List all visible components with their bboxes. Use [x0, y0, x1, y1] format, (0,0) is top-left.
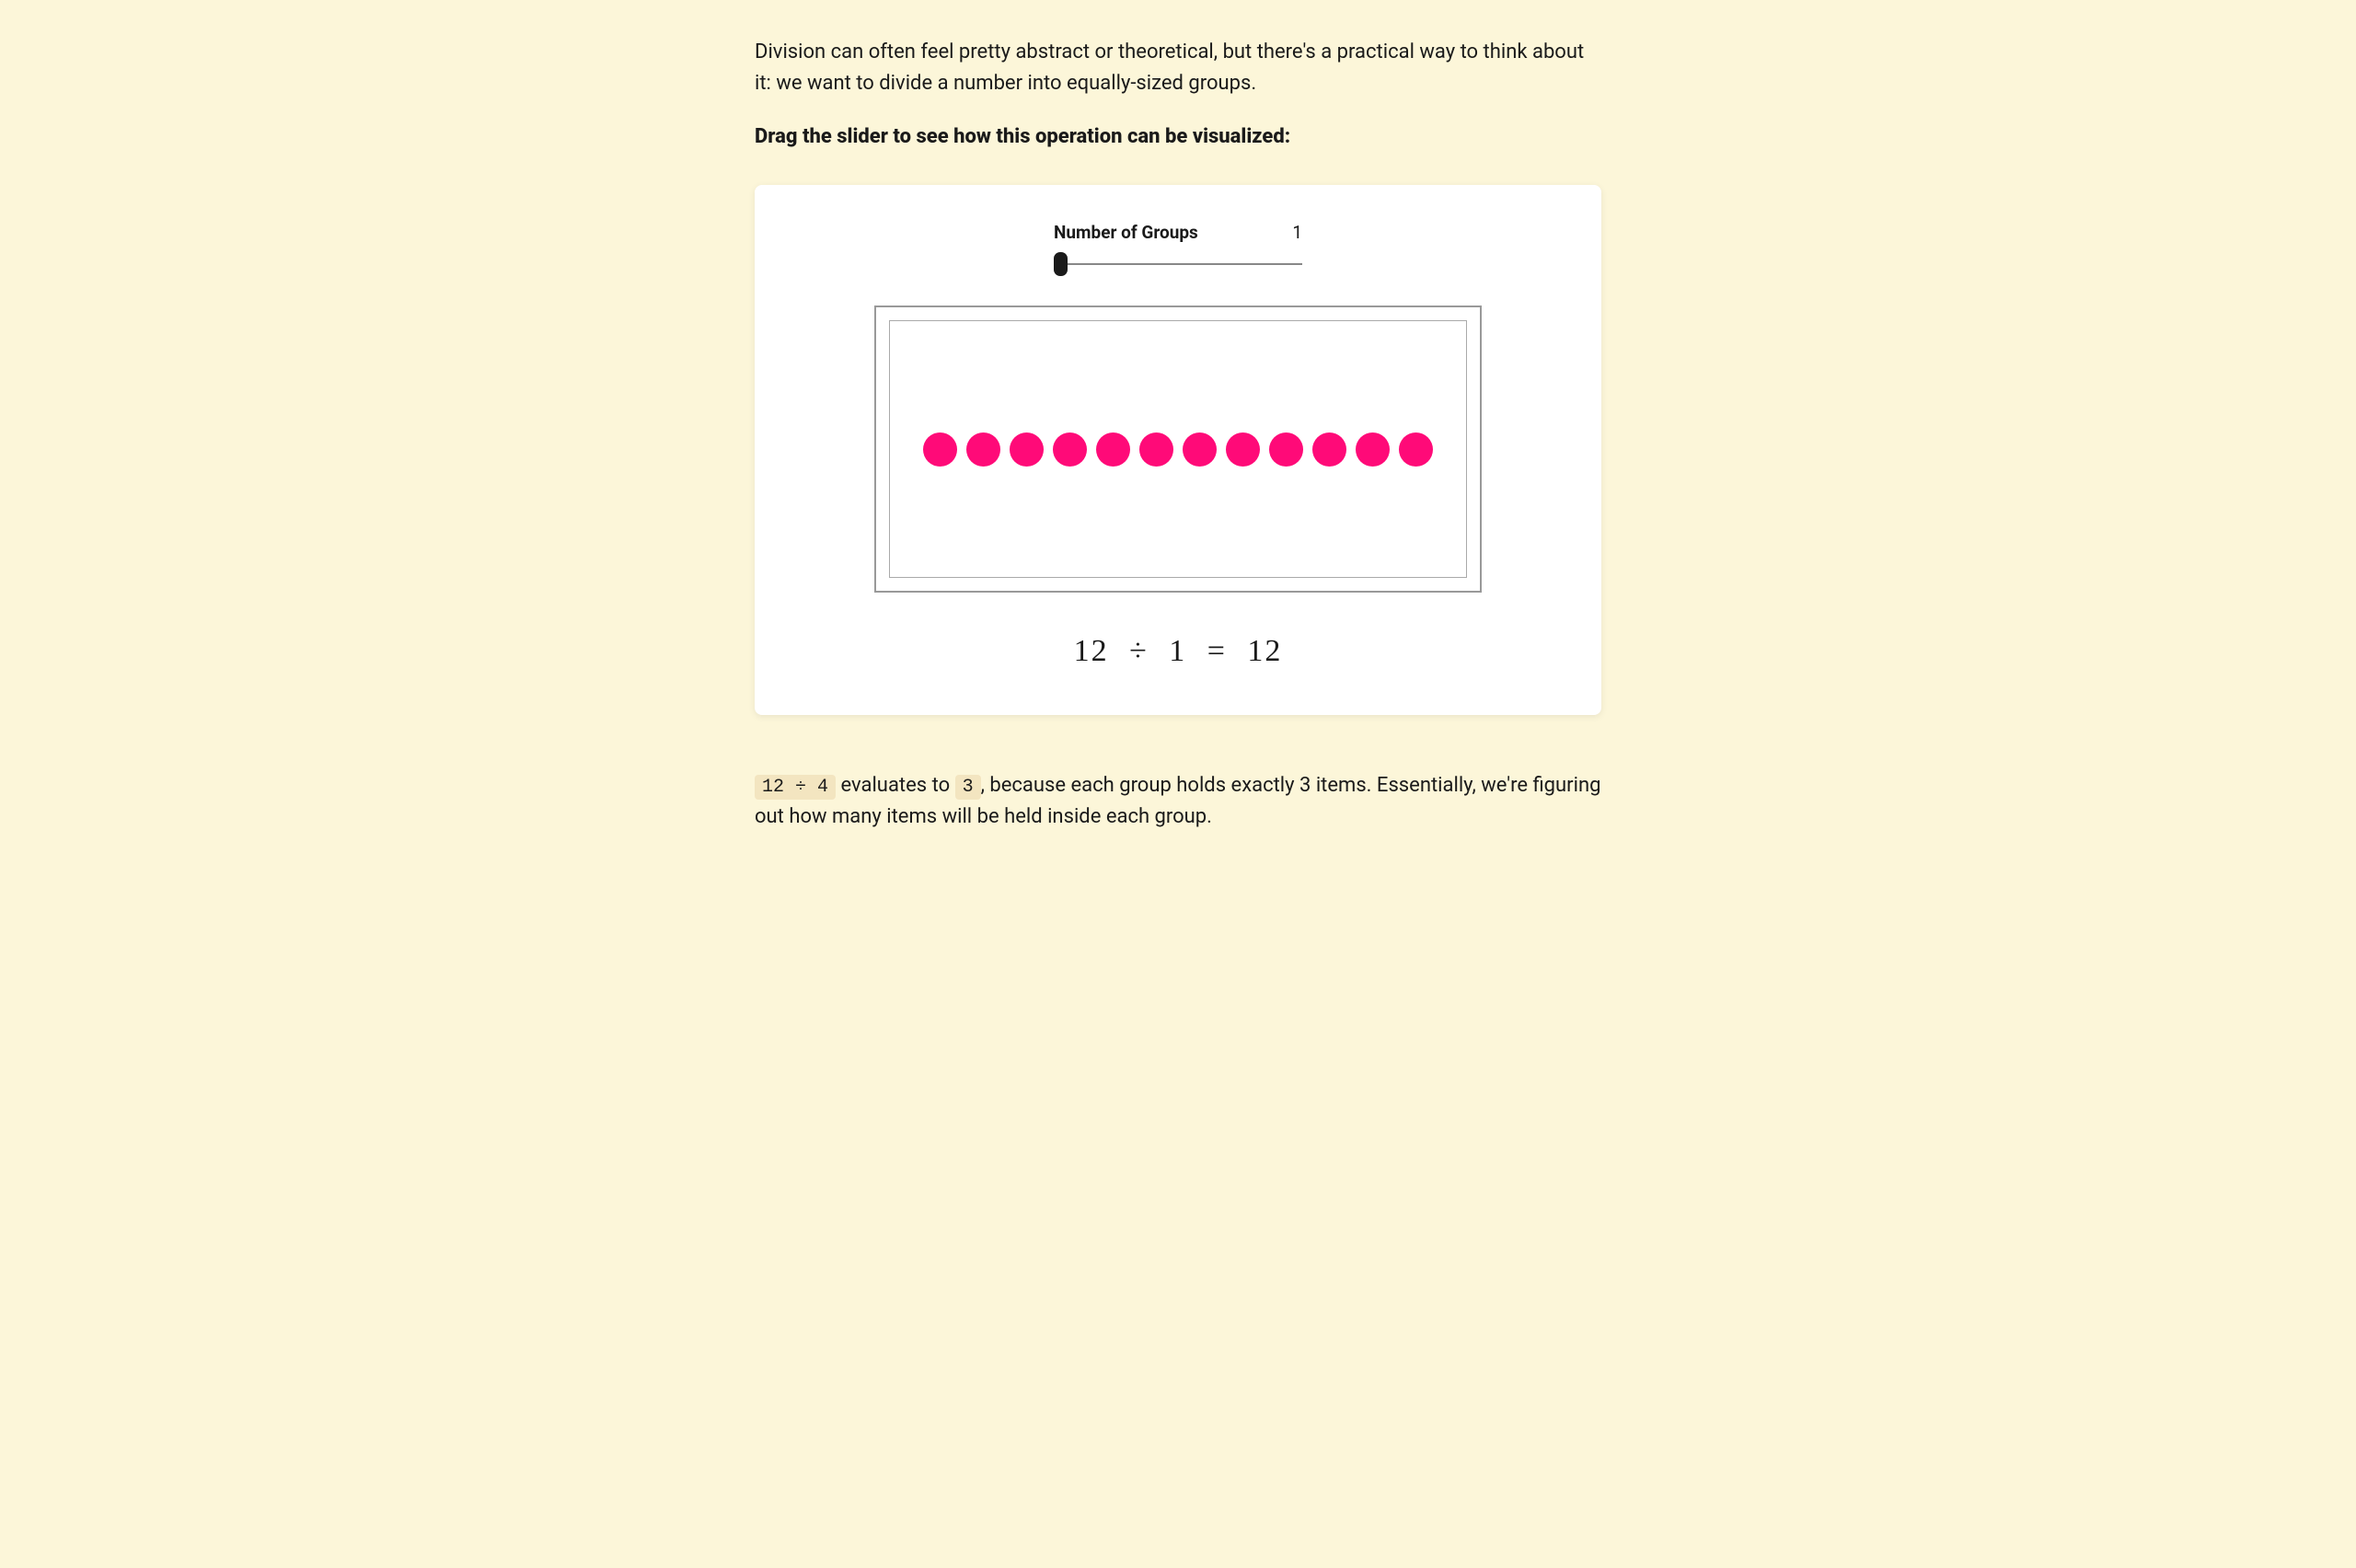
visualization-dot — [1399, 432, 1433, 467]
code-result: 3 — [955, 775, 981, 800]
slider-rail — [1054, 263, 1302, 265]
instruction-text: Drag the slider to see how this operatio… — [755, 125, 1601, 148]
equation-equals-sign: = — [1207, 634, 1227, 668]
equation-quotient: 12 — [1247, 634, 1282, 668]
visualization-dot — [1269, 432, 1303, 467]
slider-label: Number of Groups — [1054, 222, 1198, 243]
code-expression: 12 ÷ 4 — [755, 775, 836, 800]
visualization-dot — [1139, 432, 1173, 467]
slider-thumb[interactable] — [1054, 252, 1068, 276]
visualization-dot — [1226, 432, 1260, 467]
equation-divide-sign: ÷ — [1129, 634, 1149, 668]
slider-value-display: 1 — [1292, 222, 1302, 243]
explanation-text-1: evaluates to — [836, 774, 955, 797]
visualization-outer-box — [874, 306, 1482, 593]
slider-section: Number of Groups 1 — [782, 222, 1574, 278]
slider-header: Number of Groups 1 — [1054, 222, 1302, 243]
visualization-dot — [1356, 432, 1390, 467]
visualization-dot — [1096, 432, 1130, 467]
visualization-dot — [1183, 432, 1217, 467]
division-equation: 12 ÷ 1 = 12 — [782, 634, 1574, 669]
visualization-dot — [966, 432, 1000, 467]
equation-divisor: 1 — [1169, 634, 1186, 668]
visualization-dot — [923, 432, 957, 467]
content-wrapper: Division can often feel pretty abstract … — [755, 37, 1601, 833]
visualization-dot — [1312, 432, 1346, 467]
explanation-paragraph: 12 ÷ 4 evaluates to 3, because each grou… — [755, 770, 1601, 833]
equation-dividend: 12 — [1074, 634, 1109, 668]
groups-slider[interactable] — [1054, 250, 1302, 278]
division-widget-card: Number of Groups 1 12 ÷ 1 = 12 — [755, 185, 1601, 715]
visualization-inner-box — [889, 320, 1467, 578]
visualization-dot — [1053, 432, 1087, 467]
intro-paragraph: Division can often feel pretty abstract … — [755, 37, 1601, 99]
visualization-dot — [1010, 432, 1044, 467]
